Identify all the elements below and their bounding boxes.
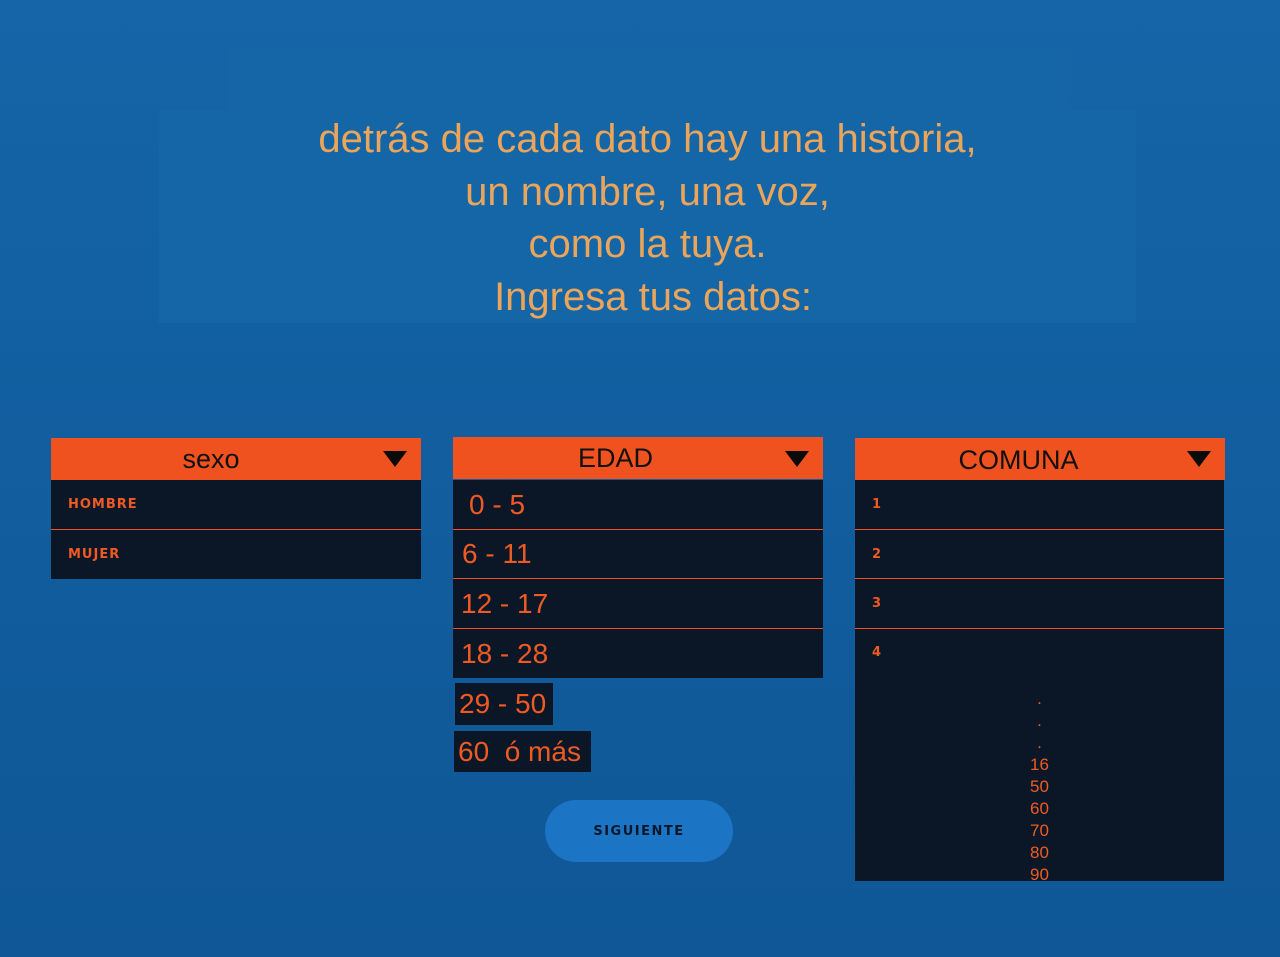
edad-option-60-mas[interactable]: 60 ó más — [454, 731, 591, 772]
edad-option-12-17[interactable]: 12 - 17 — [453, 579, 823, 629]
caret-down-icon[interactable] — [1187, 451, 1211, 467]
comuna-option-90[interactable]: 90 — [855, 864, 1224, 886]
edad-option-29-50[interactable]: 29 - 50 — [455, 683, 553, 725]
ellipsis-dot: . — [1037, 733, 1042, 752]
siguiente-button[interactable]: SIGUIENTE — [545, 800, 733, 862]
comuna-option-60[interactable]: 60 — [855, 798, 1224, 820]
intro-text: detrás de cada dato hay una historia, un… — [159, 113, 1136, 323]
caret-down-icon[interactable] — [383, 451, 407, 467]
comuna-dropdown-header[interactable]: COMUNA — [855, 438, 1225, 480]
option-label: 2 — [872, 546, 883, 562]
caret-down-icon[interactable] — [785, 451, 809, 467]
option-label: 29 - 50 — [459, 688, 547, 719]
comuna-option-2[interactable]: 2 — [855, 530, 1224, 579]
intro-panel-top — [228, 48, 1071, 118]
comuna-option-3[interactable]: 3 — [855, 579, 1224, 629]
siguiente-button-label: SIGUIENTE — [593, 823, 685, 839]
comuna-option-16[interactable]: 16 — [855, 754, 1224, 776]
edad-option-18-28[interactable]: 18 - 28 — [453, 629, 823, 678]
comuna-option-70[interactable]: 70 — [855, 820, 1224, 842]
edad-option-6-11[interactable]: 6 - 11 — [453, 530, 823, 579]
edad-dropdown-label: EDAD — [577, 442, 653, 473]
comuna-option-80[interactable]: 80 — [855, 842, 1224, 864]
ellipsis-dot: . — [1037, 711, 1042, 730]
option-label: HOMBRE — [68, 497, 138, 512]
comuna-option-50[interactable]: 50 — [855, 776, 1224, 798]
option-label: 12 - 17 — [461, 587, 549, 619]
option-label: 1 — [872, 497, 883, 512]
option-label: 0 - 5 — [469, 488, 526, 520]
comuna-dropdown-label: COMUNA — [958, 444, 1079, 475]
option-label: 60 ó más — [458, 735, 581, 767]
sexo-option-mujer[interactable]: MUJER — [51, 530, 421, 579]
intro-line: Ingresa tus datos: — [482, 274, 813, 319]
intro-line: como la tuya. — [528, 222, 767, 266]
sexo-dropdown-label: sexo — [182, 443, 240, 474]
intro-line: detrás de cada dato hay una historia, — [318, 117, 977, 161]
intro-line: un nombre, una voz, — [465, 169, 830, 214]
option-label: 18 - 28 — [461, 637, 549, 669]
option-label: 6 - 11 — [462, 538, 532, 569]
comuna-option-4[interactable]: 4 — [855, 629, 1224, 676]
option-label: 4 — [872, 645, 883, 660]
option-label: MUJER — [68, 547, 121, 562]
ellipsis-dot: . — [1037, 689, 1042, 708]
comuna-option-1[interactable]: 1 — [855, 480, 1224, 530]
edad-dropdown-header[interactable]: EDAD — [453, 437, 823, 479]
sexo-dropdown-header[interactable]: sexo — [51, 438, 421, 480]
option-label: 3 — [872, 596, 883, 611]
edad-option-0-5[interactable]: 0 - 5 — [453, 480, 823, 530]
sexo-option-hombre[interactable]: HOMBRE — [51, 480, 421, 530]
comuna-extra-list: . . . 16 50 60 70 80 90 — [855, 688, 1224, 886]
